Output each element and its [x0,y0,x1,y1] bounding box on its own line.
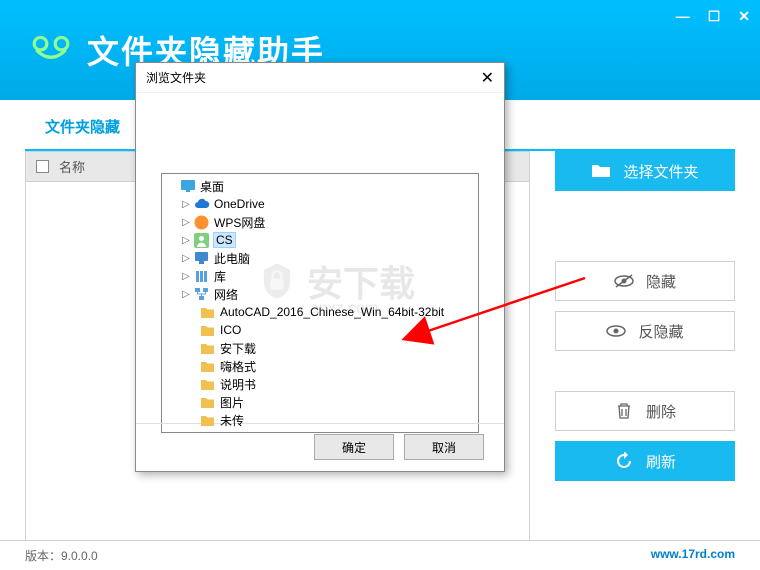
tree-item[interactable]: ICO [165,321,475,339]
tree-item-label: CS [214,233,235,247]
footer: 版本：9.0.0.0 www.17rd.com [0,540,760,570]
folder-tree[interactable]: 桌面▷OneDrive▷WPS网盘▷CS▷此电脑▷库▷网络AutoCAD_201… [161,173,479,433]
expand-arrow-icon[interactable]: ▷ [179,289,193,300]
browse-folder-dialog: 浏览文件夹 ✕ 桌面▷OneDrive▷WPS网盘▷CS▷此电脑▷库▷网络Aut… [135,62,505,472]
tree-item[interactable]: 桌面 [165,177,475,195]
expand-arrow-icon[interactable]: ▷ [179,199,193,210]
folder-icon [199,377,216,392]
trash-icon [614,402,634,420]
tree-item[interactable]: 图片 [165,393,475,411]
select-folder-label: 选择文件夹 [623,161,698,182]
tree-item-label: 图片 [220,394,244,411]
cancel-button[interactable]: 取消 [404,434,484,460]
tree-item[interactable]: 说明书 [165,375,475,393]
tree-item[interactable]: ▷库 [165,267,475,285]
tree-item[interactable]: 嗨格式 [165,357,475,375]
folder-icon [199,359,216,374]
expand-arrow-icon[interactable]: ▷ [179,253,193,264]
tree-item-label: WPS网盘 [214,214,265,231]
wps-icon [193,215,210,230]
tree-item[interactable]: ▷ WPS网盘 [165,213,475,231]
cloud-icon [193,197,210,212]
tree-item[interactable]: ▷ 网络 [165,285,475,303]
tree-item[interactable]: ▷ OneDrive [165,195,475,213]
tree-item-label: 桌面 [200,178,224,195]
eye-icon [606,322,626,340]
minimize-button[interactable]: — [676,8,690,25]
delete-label: 删除 [646,401,676,422]
select-all-checkbox[interactable] [36,160,49,173]
folder-icon [199,323,216,338]
tree-item[interactable]: ▷ CS [165,231,475,249]
tree-item-label: 未传 [220,412,244,429]
app-logo-icon [30,29,72,71]
folder-icon [591,162,611,180]
tree-item-label: 此电脑 [214,250,250,267]
hide-button[interactable]: 隐藏 [555,261,735,301]
refresh-button[interactable]: 刷新 [555,441,735,481]
dialog-header: 浏览文件夹 ✕ [136,63,504,93]
dialog-title: 浏览文件夹 [146,69,206,86]
tree-item-label: ICO [220,323,241,337]
tree-item-label: 安下载 [220,340,256,357]
tree-item[interactable]: 安下载 [165,339,475,357]
ok-button[interactable]: 确定 [314,434,394,460]
eye-slash-icon [614,272,634,290]
folder-icon [199,305,216,320]
hide-label: 隐藏 [646,271,676,292]
tree-item-label: 网络 [214,286,238,303]
select-folder-button[interactable]: 选择文件夹 [555,151,735,191]
refresh-label: 刷新 [646,451,676,472]
delete-button[interactable]: 删除 [555,391,735,431]
tree-item-label: 库 [214,268,226,285]
dialog-close-button[interactable]: ✕ [481,68,494,88]
expand-arrow-icon[interactable]: ▷ [179,235,193,246]
user-icon [193,233,210,248]
window-controls: — ☐ ✕ [676,8,750,25]
side-buttons: 选择文件夹 隐藏 反隐藏 [555,151,735,543]
tree-item-label: 说明书 [220,376,256,393]
pc-icon [193,251,210,266]
folder-icon [199,341,216,356]
tree-item[interactable]: AutoCAD_2016_Chinese_Win_64bit-32bit [165,303,475,321]
unhide-label: 反隐藏 [638,321,683,342]
footer-link[interactable]: www.17rd.com [651,547,735,564]
version-text: 版本：9.0.0.0 [25,547,98,564]
dialog-body: 桌面▷OneDrive▷WPS网盘▷CS▷此电脑▷库▷网络AutoCAD_201… [136,93,504,423]
folder-icon [199,413,216,428]
refresh-icon [614,452,634,470]
folder-icon [199,395,216,410]
close-button[interactable]: ✕ [738,8,750,25]
column-name: 名称 [59,157,85,176]
tree-item-label: AutoCAD_2016_Chinese_Win_64bit-32bit [220,305,444,319]
maximize-button[interactable]: ☐ [708,8,721,25]
desktop-icon [179,179,196,194]
net-icon [193,287,210,302]
tree-item-label: 嗨格式 [220,358,256,375]
tree-item-label: OneDrive [214,197,265,211]
unhide-button[interactable]: 反隐藏 [555,311,735,351]
expand-arrow-icon[interactable]: ▷ [179,271,193,282]
expand-arrow-icon[interactable]: ▷ [179,217,193,228]
lib-icon [193,269,210,284]
tree-item[interactable]: ▷ 此电脑 [165,249,475,267]
dialog-buttons: 确定 取消 [136,423,504,470]
